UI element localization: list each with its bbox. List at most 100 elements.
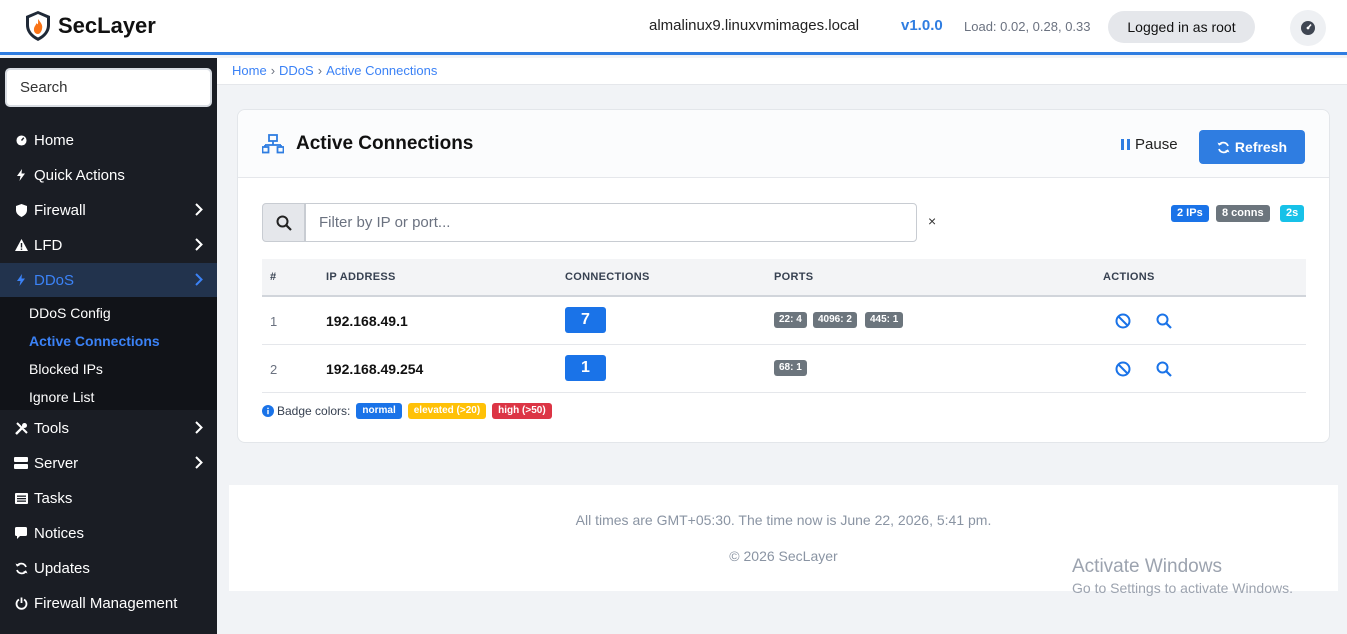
submenu-item-ddos-config[interactable]: DDoS Config bbox=[29, 305, 111, 321]
sidebar-item-tasks[interactable]: Tasks bbox=[0, 481, 217, 515]
dashboard-icon bbox=[14, 133, 28, 147]
ip-count-badge: 2 IPs bbox=[1171, 205, 1209, 222]
row-divider bbox=[262, 344, 1306, 345]
row-ip: 192.168.49.254 bbox=[326, 361, 424, 377]
pause-label: Pause bbox=[1135, 136, 1178, 153]
sidebar-item-label: Firewall Management bbox=[34, 594, 178, 612]
search-icon[interactable] bbox=[1156, 361, 1172, 377]
filter-input[interactable]: Filter by IP or port... bbox=[305, 203, 917, 242]
sync-icon bbox=[14, 561, 28, 575]
row-number: 1 bbox=[270, 314, 278, 329]
shield-flame-icon bbox=[26, 11, 50, 41]
page-title: Active Connections bbox=[296, 133, 474, 154]
active-connections-card: Active Connections Pause Refresh Filter … bbox=[237, 109, 1330, 443]
breadcrumb-current[interactable]: Active Connections bbox=[326, 63, 437, 78]
column-header-ip: IP ADDRESS bbox=[326, 271, 396, 283]
sidebar-item-firewall[interactable]: Firewall bbox=[0, 193, 217, 227]
pause-button[interactable]: Pause bbox=[1121, 136, 1178, 153]
theme-toggle-button[interactable] bbox=[1290, 10, 1326, 46]
hostname-label: almalinux9.linuxvmimages.local bbox=[649, 17, 860, 34]
sync-icon bbox=[1217, 141, 1230, 153]
legend-high-badge: high (>50) bbox=[492, 403, 552, 419]
top-bar: SecLayer almalinux9.linuxvmimages.local … bbox=[0, 0, 1347, 55]
breadcrumb-separator: › bbox=[317, 63, 323, 78]
submenu-item-blocked-ips[interactable]: Blocked IPs bbox=[29, 361, 103, 377]
chevron-right-icon bbox=[195, 456, 203, 469]
power-icon bbox=[14, 596, 28, 610]
load-average: Load: 0.02, 0.28, 0.33 bbox=[964, 19, 1091, 34]
sidebar: Search Home Quick Actions Firewall LFD D… bbox=[0, 58, 217, 634]
refresh-button[interactable]: Refresh bbox=[1199, 130, 1305, 164]
pause-icon bbox=[1121, 139, 1130, 150]
windows-watermark-subtitle: Go to Settings to activate Windows. bbox=[1072, 580, 1293, 596]
row-number: 2 bbox=[270, 362, 278, 377]
refresh-label: Refresh bbox=[1234, 139, 1288, 155]
conn-count-badge: 8 conns bbox=[1216, 205, 1270, 222]
footer-time: All times are GMT+05:30. The time now is… bbox=[575, 512, 992, 528]
sidebar-item-label: Firewall bbox=[34, 201, 86, 219]
chevron-right-icon bbox=[195, 421, 203, 434]
brand-name: SecLayer bbox=[58, 13, 156, 38]
sidebar-item-lfd[interactable]: LFD bbox=[0, 228, 217, 262]
tools-icon bbox=[14, 421, 28, 435]
sidebar-item-ddos[interactable]: DDoS bbox=[0, 263, 217, 297]
submenu-item-active-connections[interactable]: Active Connections bbox=[29, 333, 160, 349]
legend-elevated-badge: elevated (>20) bbox=[407, 403, 487, 419]
sidebar-item-notices[interactable]: Notices bbox=[0, 516, 217, 550]
user-badge[interactable]: Logged in as root bbox=[1108, 11, 1255, 43]
breadcrumb-home[interactable]: Home bbox=[232, 63, 267, 78]
warning-icon bbox=[14, 238, 28, 252]
sidebar-item-updates[interactable]: Updates bbox=[0, 551, 217, 585]
gauge-icon bbox=[1301, 21, 1315, 35]
breadcrumb: Home › DDoS › Active Connections bbox=[217, 58, 1347, 85]
comment-icon bbox=[14, 526, 28, 540]
bolt-icon bbox=[14, 168, 28, 182]
port-badge: 445: 1 bbox=[865, 312, 904, 328]
sidebar-item-label: DDoS bbox=[34, 271, 75, 289]
clear-filter-button[interactable]: × bbox=[928, 213, 936, 229]
sidebar-item-firewall-management[interactable]: Firewall Management bbox=[0, 586, 217, 620]
ddos-submenu: DDoS Config Active Connections Blocked I… bbox=[0, 297, 217, 410]
sidebar-item-label: Tasks bbox=[34, 489, 73, 507]
filter-search-button[interactable] bbox=[262, 203, 305, 242]
column-header-connections: CONNECTIONS bbox=[565, 271, 650, 283]
row-ip: 192.168.49.1 bbox=[326, 313, 408, 329]
info-icon bbox=[262, 405, 274, 417]
search-icon[interactable] bbox=[1156, 313, 1172, 329]
breadcrumb-ddos[interactable]: DDoS bbox=[279, 63, 314, 78]
sidebar-item-label: Quick Actions bbox=[34, 166, 125, 184]
sidebar-item-tools[interactable]: Tools bbox=[0, 411, 217, 445]
port-badge: 68: 1 bbox=[774, 360, 807, 376]
submenu-item-ignore-list[interactable]: Ignore List bbox=[29, 389, 94, 405]
sidebar-item-label: Tools bbox=[34, 419, 70, 437]
port-badge: 22: 4 bbox=[774, 312, 807, 328]
sidebar-item-quick-actions[interactable]: Quick Actions bbox=[0, 158, 217, 192]
connection-count-badge: 7 bbox=[565, 307, 606, 333]
chevron-right-icon bbox=[195, 273, 203, 286]
windows-watermark-title: Activate Windows bbox=[1072, 556, 1222, 577]
brand-logo[interactable]: SecLayer bbox=[24, 10, 156, 42]
sidebar-search-input[interactable]: Search bbox=[5, 68, 212, 107]
sidebar-item-label: Notices bbox=[34, 524, 85, 542]
row-divider bbox=[262, 392, 1306, 393]
card-header: Active Connections Pause Refresh bbox=[238, 110, 1329, 178]
port-badge: 4096: 2 bbox=[813, 312, 857, 328]
legend-normal-badge: normal bbox=[356, 403, 402, 419]
list-icon bbox=[14, 491, 28, 505]
column-header-actions: ACTIONS bbox=[1103, 271, 1155, 283]
sidebar-item-label: Server bbox=[34, 454, 79, 472]
badge-legend: Badge colors: normal elevated (>20) high… bbox=[262, 403, 552, 419]
column-header-ports: PORTS bbox=[774, 271, 814, 283]
sidebar-item-label: Updates bbox=[34, 559, 90, 577]
sidebar-item-label: LFD bbox=[34, 236, 63, 254]
shield-icon bbox=[14, 203, 28, 217]
sidebar-item-server[interactable]: Server bbox=[0, 446, 217, 480]
sidebar-item-home[interactable]: Home bbox=[0, 123, 217, 157]
version-label: v1.0.0 bbox=[901, 17, 943, 34]
block-icon[interactable] bbox=[1115, 361, 1131, 377]
refresh-interval-badge: 2s bbox=[1280, 205, 1305, 222]
block-icon[interactable] bbox=[1115, 313, 1131, 329]
search-icon bbox=[276, 215, 292, 231]
breadcrumb-separator: › bbox=[270, 63, 276, 78]
chevron-right-icon bbox=[195, 203, 203, 216]
